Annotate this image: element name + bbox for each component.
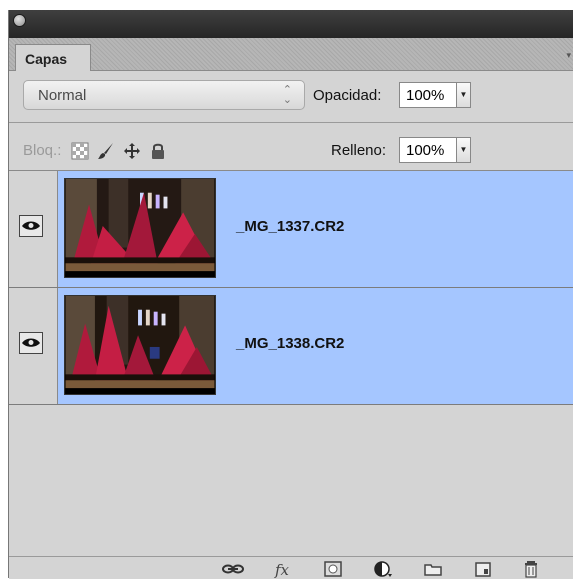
layers-footer-toolbar: fx xyxy=(9,556,573,579)
opacity-value: 100% xyxy=(406,87,445,104)
opacity-field[interactable]: 100% ▼ xyxy=(399,82,471,108)
fx-icon[interactable]: fx xyxy=(273,560,297,578)
lock-row: Bloq.: Relleno: 100% ▼ xyxy=(9,134,573,170)
group-folder-icon[interactable] xyxy=(423,560,443,578)
layer-name[interactable]: _MG_1338.CR2 xyxy=(236,335,344,352)
layer-selection: _MG_1338.CR2 xyxy=(58,288,573,404)
opacity-dropdown-icon[interactable]: ▼ xyxy=(456,83,470,107)
divider xyxy=(9,122,573,123)
fill-label: Relleno: xyxy=(331,142,387,159)
layer-row[interactable]: _MG_1338.CR2 xyxy=(9,288,573,405)
trash-icon[interactable] xyxy=(521,560,541,578)
lock-move-icon[interactable] xyxy=(123,142,141,160)
tab-layers[interactable]: Capas xyxy=(15,44,91,71)
visibility-column xyxy=(9,171,58,287)
adjustment-layer-icon[interactable] xyxy=(373,560,393,578)
blend-mode-value: Normal xyxy=(38,87,87,104)
link-layers-icon[interactable] xyxy=(221,560,245,578)
panel-menu-icon[interactable]: ▾ xyxy=(566,50,571,61)
eye-icon xyxy=(22,338,40,347)
layer-mask-icon[interactable] xyxy=(323,560,343,578)
close-panel-icon[interactable] xyxy=(13,14,26,27)
visibility-toggle[interactable] xyxy=(19,332,43,354)
eye-icon xyxy=(22,221,40,230)
blend-row: Normal ⌃ ⌄ Opacidad: 100% ▼ xyxy=(9,80,573,116)
layer-selection: _MG_1337.CR2 xyxy=(58,171,573,287)
layers-list: _MG_1337.CR2 _MG_1338.CR2 xyxy=(9,171,573,556)
layer-name[interactable]: _MG_1337.CR2 xyxy=(236,218,344,235)
layers-panel: Capas ▾ Normal ⌃ ⌄ Opacidad: 100% ▼ Bloq.… xyxy=(8,10,573,579)
opacity-label: Opacidad: xyxy=(313,87,382,104)
lock-label: Bloq.: xyxy=(23,142,62,159)
photo-thumbnail-image xyxy=(65,296,215,394)
tab-bar: Capas ▾ xyxy=(9,38,573,71)
blend-mode-select[interactable]: Normal ⌃ ⌄ xyxy=(23,80,305,110)
lock-transparency-icon[interactable] xyxy=(71,142,89,160)
panel-titlebar xyxy=(9,10,573,38)
new-layer-icon[interactable] xyxy=(473,560,493,578)
fill-dropdown-icon[interactable]: ▼ xyxy=(456,138,470,162)
layer-thumbnail xyxy=(64,178,216,278)
visibility-column xyxy=(9,288,58,404)
svg-text:fx: fx xyxy=(274,561,290,578)
visibility-toggle[interactable] xyxy=(19,215,43,237)
fill-field[interactable]: 100% ▼ xyxy=(399,137,471,163)
fill-value: 100% xyxy=(406,142,445,159)
photo-thumbnail-image xyxy=(65,179,215,277)
layer-thumbnail xyxy=(64,295,216,395)
layer-row[interactable]: _MG_1337.CR2 xyxy=(9,171,573,288)
updown-arrows-icon: ⌃ ⌄ xyxy=(282,84,292,106)
lock-all-icon[interactable] xyxy=(149,142,167,160)
lock-brush-icon[interactable] xyxy=(97,142,115,160)
